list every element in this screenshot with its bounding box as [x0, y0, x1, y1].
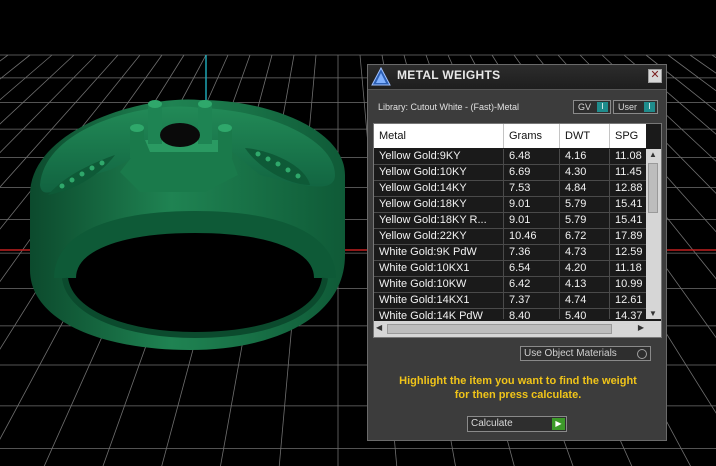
table-cell: 5.79 [560, 213, 610, 228]
table-cell: 11.18 [615, 262, 642, 274]
table-cell: Yellow Gold:18KY R... [374, 213, 504, 228]
scrollbar-corner [646, 321, 661, 337]
table-row[interactable]: Yellow Gold:18KY 9.01 5.79 15.41 [374, 197, 646, 213]
table-cell: 6.42 [504, 277, 560, 292]
table-row[interactable]: White Gold:14KX1 7.37 4.74 12.61 [374, 293, 646, 309]
panel-titlebar[interactable]: METAL WEIGHTS ✕ [368, 65, 666, 90]
table-cell: 7.53 [504, 181, 560, 196]
horizontal-scrollbar[interactable]: ◀ ▶ [374, 321, 646, 337]
scroll-up-icon[interactable]: ▲ [649, 150, 657, 159]
table-cell: 6.69 [504, 165, 560, 180]
table-cell: White Gold:14K PdW [374, 309, 504, 319]
horizontal-scroll-thumb[interactable] [387, 324, 612, 334]
table-cell: 15.41 [615, 198, 643, 210]
calculate-button[interactable]: Calculate ▶ [467, 416, 567, 432]
table-row[interactable]: Yellow Gold:9KY 6.48 4.16 11.08 [374, 149, 646, 165]
column-header-grams[interactable]: Grams [504, 124, 560, 148]
table-cell: 8.40 [504, 309, 560, 319]
vertical-scroll-thumb[interactable] [648, 163, 658, 213]
table-cell: 4.84 [560, 181, 610, 196]
use-object-materials-label: Use Object Materials [524, 348, 617, 359]
table-cell: Yellow Gold:14KY [374, 181, 504, 196]
table-body: Yellow Gold:9KY 6.48 4.16 11.08 Yellow Gold:… [374, 149, 646, 319]
table-row[interactable]: Yellow Gold:10KY 6.69 4.30 11.45 [374, 165, 646, 181]
table-cell: White Gold:14KX1 [374, 293, 504, 308]
table-cell: 4.16 [560, 149, 610, 164]
column-header-metal[interactable]: Metal [374, 124, 504, 148]
table-cell: White Gold:10KW [374, 277, 504, 292]
column-header-dwt[interactable]: DWT [560, 124, 610, 148]
table-header: Metal Grams DWT SPG [374, 124, 646, 148]
table-row[interactable]: White Gold:10KW 6.42 4.13 10.99 [374, 277, 646, 293]
user-toggle-button[interactable]: User I [613, 100, 658, 114]
metal-weights-table: Metal Grams DWT SPG Yellow Gold:9KY 6.48 4… [373, 123, 662, 338]
table-cell: 4.74 [560, 293, 610, 308]
vertical-scrollbar[interactable]: ▲ ▼ [646, 149, 661, 319]
table-cell: 7.36 [504, 245, 560, 260]
toggle-indicator-icon: I [597, 102, 608, 112]
toggle-indicator-icon: I [644, 102, 655, 112]
instruction-line-1: Highlight the item you want to find the … [399, 375, 637, 387]
table-cell: 11.45 [615, 166, 642, 178]
table-cell: 12.59 [615, 246, 643, 258]
table-cell: Yellow Gold:9KY [374, 149, 504, 164]
radio-circle-icon [637, 349, 647, 359]
table-cell: 12.61 [615, 294, 643, 306]
matrix-logo-icon [371, 66, 391, 86]
table-cell: 4.73 [560, 245, 610, 260]
table-cell: 10.99 [615, 278, 643, 290]
instruction-line-2: for then press calculate. [454, 389, 582, 401]
table-cell: 9.01 [504, 197, 560, 212]
scroll-down-icon[interactable]: ▼ [649, 309, 657, 318]
gv-toggle-label: GV [578, 102, 592, 112]
close-icon[interactable]: ✕ [648, 69, 662, 83]
table-cell: 9.01 [504, 213, 560, 228]
table-cell: 6.54 [504, 261, 560, 276]
table-cell: 7.37 [504, 293, 560, 308]
table-cell: 17.89 [615, 230, 643, 242]
table-cell: 4.20 [560, 261, 610, 276]
table-cell: Yellow Gold:22KY [374, 229, 504, 244]
scroll-left-icon[interactable]: ◀ [376, 323, 382, 332]
metal-weights-panel: METAL WEIGHTS ✕ Library: Cutout White - … [367, 64, 667, 441]
table-cell: 5.40 [560, 309, 610, 319]
table-cell: 4.30 [560, 165, 610, 180]
table-row[interactable]: Yellow Gold:18KY R... 9.01 5.79 15.41 [374, 213, 646, 229]
table-cell: 4.13 [560, 277, 610, 292]
library-label: Library: Cutout White - (Fast)-Metal [378, 102, 520, 112]
user-toggle-label: User [618, 102, 638, 112]
table-cell: 12.88 [615, 182, 643, 194]
table-cell: White Gold:9K PdW [374, 245, 504, 260]
table-cell: 14.37 [615, 310, 643, 319]
table-row[interactable]: White Gold:9K PdW 7.36 4.73 12.59 [374, 245, 646, 261]
calculate-label: Calculate [471, 418, 513, 429]
table-row[interactable]: White Gold:14K PdW 8.40 5.40 14.37 [374, 309, 646, 319]
table-cell: 6.48 [504, 149, 560, 164]
gv-toggle-button[interactable]: GV I [573, 100, 611, 114]
table-cell: 5.79 [560, 197, 610, 212]
table-row[interactable]: Yellow Gold:22KY 10.46 6.72 17.89 [374, 229, 646, 245]
table-cell: Yellow Gold:18KY [374, 197, 504, 212]
scroll-right-icon[interactable]: ▶ [638, 323, 644, 332]
table-row[interactable]: White Gold:10KX1 6.54 4.20 11.18 [374, 261, 646, 277]
table-cell: 10.46 [504, 229, 560, 244]
instruction-text: Highlight the item you want to find the … [378, 374, 658, 402]
table-cell: 15.41 [615, 214, 643, 226]
table-cell: 6.72 [560, 229, 610, 244]
panel-title: METAL WEIGHTS [397, 68, 501, 82]
table-cell: Yellow Gold:10KY [374, 165, 504, 180]
use-object-materials-toggle[interactable]: Use Object Materials [520, 346, 651, 361]
column-header-spg[interactable]: SPG [610, 124, 646, 148]
table-cell: 11.08 [615, 150, 642, 162]
play-arrow-icon: ▶ [552, 418, 565, 430]
table-row[interactable]: Yellow Gold:14KY 7.53 4.84 12.88 [374, 181, 646, 197]
table-cell: White Gold:10KX1 [374, 261, 504, 276]
